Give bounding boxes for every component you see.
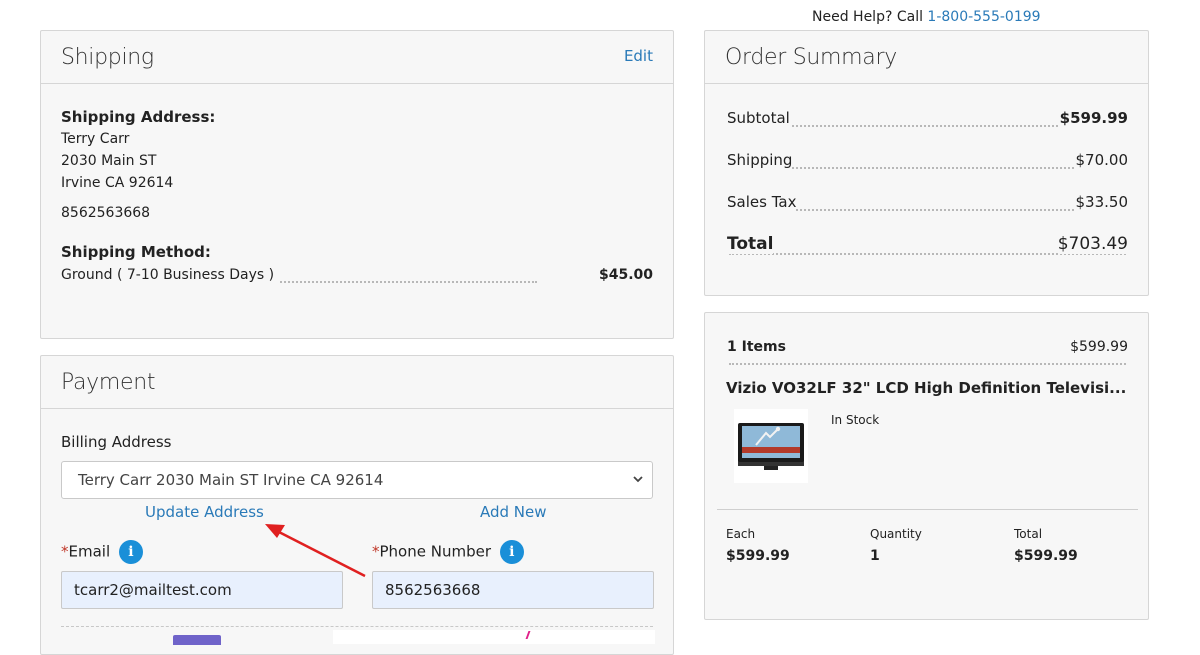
line-total-label: Total — [1014, 527, 1043, 541]
email-required-mark: * — [61, 542, 69, 561]
order-summary-panel: Order Summary Subtotal $599.99 Shipping … — [704, 30, 1149, 296]
phone-label: *Phone Number i — [372, 540, 524, 564]
shipping-cost-label: Shipping — [727, 151, 793, 169]
product-image[interactable] — [734, 409, 808, 483]
subtotal-value: $599.99 — [1059, 109, 1128, 127]
shipping-method-name: Ground ( 7-10 Business Days ) — [61, 267, 279, 283]
shipping-address-heading: Shipping Address: — [61, 108, 216, 126]
shipping-method-heading: Shipping Method: — [61, 243, 211, 261]
shipping-cost-value: $70.00 — [1075, 151, 1128, 169]
cart-panel: 1 Items $599.99 Vizio VO32LF 32" LCD Hig… — [704, 312, 1149, 620]
payment-title: Payment — [61, 370, 156, 395]
quantity-label: Quantity — [870, 527, 922, 541]
billing-address-label: Billing Address — [61, 433, 172, 451]
sales-tax-label: Sales Tax — [727, 193, 797, 211]
add-new-address-link[interactable]: Add New — [480, 503, 547, 521]
product-name-link[interactable]: Vizio VO32LF 32" LCD High Definition Tel… — [726, 379, 1126, 397]
shipping-divider — [41, 83, 673, 84]
phone-number-field[interactable]: 8562563668 — [372, 571, 654, 609]
shipping-edit-link[interactable]: Edit — [624, 47, 653, 65]
items-total: $599.99 — [1070, 339, 1128, 355]
line-total-value: $599.99 — [1014, 548, 1078, 564]
shipping-title: Shipping — [61, 45, 154, 70]
total-value: $703.49 — [1057, 234, 1128, 254]
info-icon[interactable]: i — [499, 540, 524, 564]
phone-label-text: Phone Number — [379, 542, 492, 561]
help-prefix: Need Help? Call — [812, 9, 928, 25]
chevron-down-icon — [632, 462, 644, 512]
subtotal-label: Subtotal — [727, 109, 790, 127]
cart-divider — [717, 509, 1138, 510]
shipping-panel: Shipping Edit Shipping Address: Terry Ca… — [40, 30, 674, 339]
tv-icon — [738, 423, 804, 470]
each-label: Each — [726, 527, 756, 541]
annotation-arrow — [265, 524, 366, 578]
info-icon[interactable]: i — [118, 540, 143, 564]
items-leader — [729, 363, 1126, 365]
payment-option-logo-1[interactable] — [173, 635, 221, 645]
payment-panel: Payment Billing Address Terry Carr 2030 … — [40, 355, 674, 655]
billing-address-select[interactable]: Terry Carr 2030 Main ST Irvine CA 92614 — [61, 461, 653, 499]
sales-tax-value: $33.50 — [1075, 193, 1128, 211]
email-label-text: Email — [68, 542, 111, 561]
shipping-name: Terry Carr — [61, 131, 130, 147]
items-count: 1 Items — [727, 339, 786, 355]
shipping-street: 2030 Main ST — [61, 153, 157, 169]
shipping-city-line: Irvine CA 92614 — [61, 175, 174, 191]
shipping-method-price: $45.00 — [598, 267, 653, 283]
billing-address-selected: Terry Carr 2030 Main ST Irvine CA 92614 — [78, 471, 384, 489]
total-label: Total — [727, 234, 774, 254]
quantity-value: 1 — [870, 548, 880, 564]
email-label: *Email i — [61, 540, 143, 564]
each-value: $599.99 — [726, 548, 790, 564]
shipping-phone: 8562563668 — [61, 205, 151, 221]
stock-status: In Stock — [831, 413, 880, 427]
help-phone-link[interactable]: 1-800-555-0199 — [927, 9, 1040, 25]
payment-separator — [61, 626, 653, 627]
order-summary-divider — [705, 83, 1148, 84]
payment-option-logo-2[interactable] — [333, 630, 655, 644]
update-address-link[interactable]: Update Address — [145, 503, 264, 521]
help-line: Need Help? Call 1-800-555-0199 — [812, 9, 1041, 25]
payment-divider — [41, 408, 673, 409]
order-summary-title: Order Summary — [725, 45, 897, 70]
